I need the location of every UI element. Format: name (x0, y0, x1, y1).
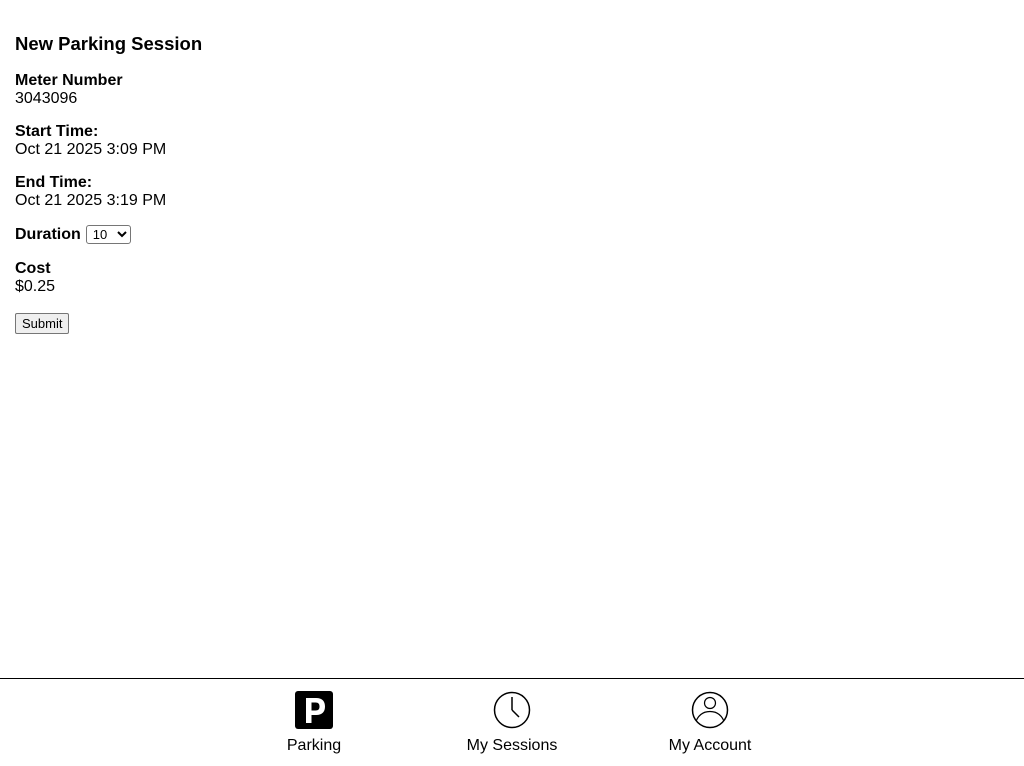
clock-icon (493, 691, 531, 729)
submit-button[interactable]: Submit (15, 313, 70, 334)
bottom-nav: Parking My Sessions My Account (0, 678, 1024, 766)
nav-label-my-account: My Account (668, 737, 752, 754)
meter-number-label: Meter Number (15, 72, 123, 89)
duration-select[interactable]: 10 (85, 225, 131, 244)
page-title: New Parking Session (15, 33, 203, 54)
user-icon (691, 691, 729, 729)
nav-label-my-sessions: My Sessions (466, 737, 558, 754)
cost-value: $0.25 (15, 278, 56, 295)
end-time-value: Oct 21 2025 3:19 PM (15, 192, 167, 209)
meter-number-value: 3043096 (15, 90, 78, 107)
nav-label-parking: Parking (286, 737, 342, 754)
parking-icon (295, 691, 333, 729)
start-time-value: Oct 21 2025 3:09 PM (15, 141, 167, 158)
cost-field: Cost $0.25 (15, 260, 202, 296)
duration-label: Duration (15, 225, 81, 243)
start-time-field: Start Time: Oct 21 2025 3:09 PM (15, 123, 202, 159)
duration-field: Duration 10 (15, 225, 202, 244)
cost-label: Cost (15, 260, 51, 277)
page: New Parking Session Meter Number 3043096… (0, 0, 1024, 766)
end-time-label: End Time: (15, 174, 93, 191)
meter-number-field: Meter Number 3043096 (15, 72, 202, 108)
nav-item-parking[interactable]: Parking (254, 690, 374, 755)
nav-item-my-sessions[interactable]: My Sessions (452, 690, 572, 755)
new-session-form: New Parking Session Meter Number 3043096… (15, 33, 202, 334)
start-time-label: Start Time: (15, 123, 99, 140)
nav-item-my-account[interactable]: My Account (650, 690, 770, 755)
end-time-field: End Time: Oct 21 2025 3:19 PM (15, 174, 202, 210)
